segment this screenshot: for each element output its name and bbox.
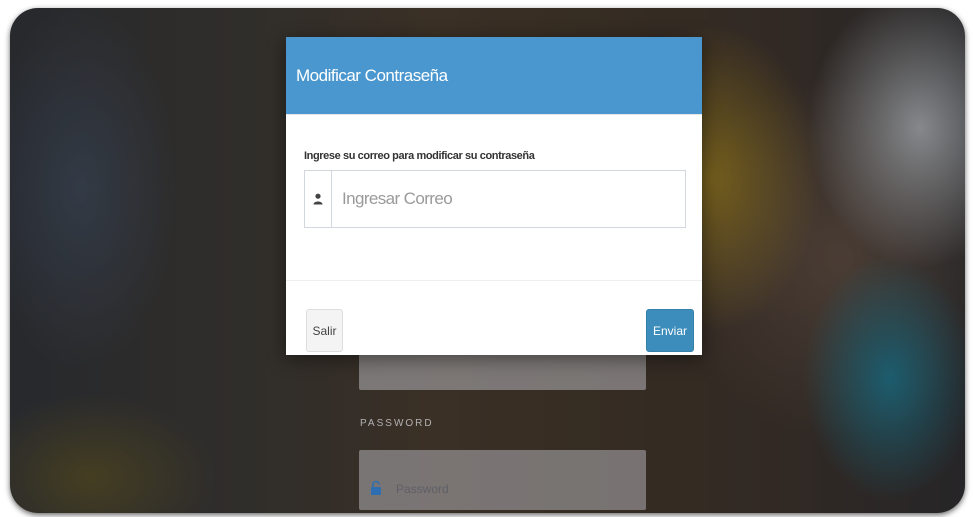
send-button[interactable]: Enviar [646, 309, 694, 352]
change-password-modal: Modificar Contraseña Ingrese su correo p… [286, 37, 702, 355]
lock-icon [371, 480, 381, 495]
email-input[interactable] [332, 171, 685, 227]
modal-body: Ingrese su correo para modificar su cont… [286, 115, 702, 280]
email-field-label: Ingrese su correo para modificar su cont… [304, 150, 535, 162]
background-password-field [359, 450, 646, 510]
email-input-group [304, 170, 686, 228]
background-password-placeholder: Password [396, 482, 449, 496]
background-password-label: PASSWORD [360, 418, 434, 429]
exit-button[interactable]: Salir [306, 309, 343, 352]
user-icon [305, 171, 332, 227]
modal-title: Modificar Contraseña [296, 65, 448, 85]
modal-footer: Salir Enviar [286, 280, 702, 371]
modal-header: Modificar Contraseña [286, 37, 702, 115]
